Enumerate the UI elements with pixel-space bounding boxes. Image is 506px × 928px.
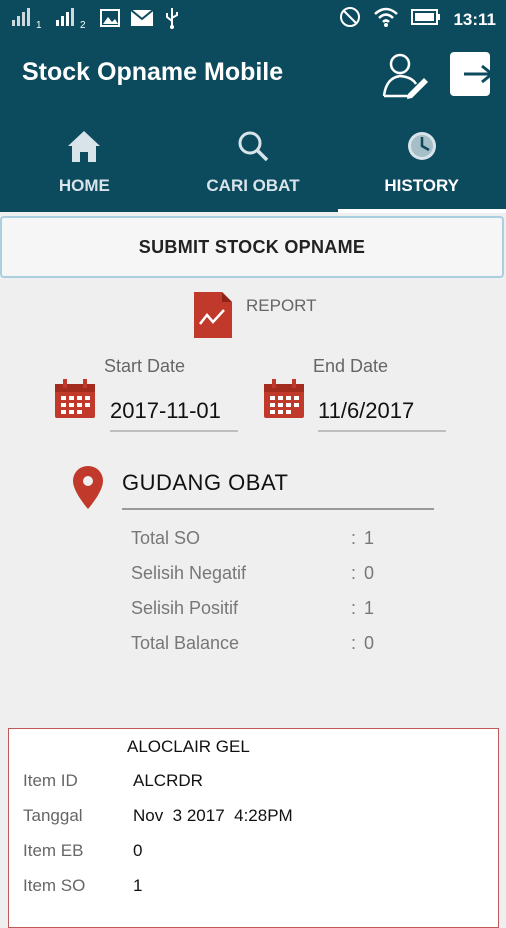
report-label: REPORT	[246, 296, 317, 315]
stat-key: Total Balance	[131, 633, 240, 653]
item-row-key: Item EB	[23, 841, 84, 860]
calendar-icon[interactable]	[54, 378, 96, 420]
clock: 13:11	[453, 9, 496, 29]
submit-stock-opname-button[interactable]: SUBMIT STOCK OPNAME	[0, 216, 504, 278]
app-bar: Stock Opname Mobile	[0, 36, 506, 120]
tab-cari-obat-label: CARI OBAT	[206, 176, 300, 195]
wifi-icon	[373, 6, 399, 33]
item-row-value: Nov 3 2017 4:28PM	[133, 806, 293, 825]
stat-separator: :	[351, 528, 357, 548]
report-link[interactable]: REPORT	[194, 292, 334, 342]
stat-key: Selisih Negatif	[131, 563, 247, 583]
app-title: Stock Opname Mobile	[22, 58, 284, 86]
location-field[interactable]: GUDANG OBAT	[122, 470, 434, 510]
item-row-key: Item SO	[23, 876, 86, 895]
item-row-value: 1	[133, 876, 143, 895]
tab-bar: HOME CARI OBAT HISTORY	[0, 120, 506, 212]
stat-value: 1	[364, 598, 375, 618]
home-icon	[64, 126, 104, 166]
dnd-icon	[339, 6, 361, 33]
logout-icon[interactable]	[446, 48, 498, 100]
svg-text:2: 2	[80, 20, 86, 30]
stat-value: 0	[364, 563, 375, 583]
history-item-card[interactable]: ALOCLAIR GEL Item ID ALCRDR Tanggal Nov …	[8, 728, 499, 928]
battery-icon	[411, 8, 441, 31]
tab-indicator	[338, 209, 506, 213]
signal-sim1-icon: 1	[12, 6, 46, 35]
tab-home-label: HOME	[58, 176, 110, 195]
start-date-label: Start Date	[104, 356, 186, 376]
stat-value: 0	[364, 633, 375, 653]
end-date-field[interactable]: 11/6/2017	[318, 398, 446, 432]
history-icon	[402, 126, 442, 166]
calendar-icon[interactable]	[263, 378, 305, 420]
report-file-icon	[194, 292, 232, 338]
tab-cari-obat[interactable]: CARI OBAT	[169, 120, 338, 212]
svg-text:1: 1	[36, 20, 42, 30]
stat-key: Total SO	[131, 528, 201, 548]
status-bar: 1 2 13:11	[0, 0, 506, 36]
mail-icon	[130, 8, 154, 33]
stat-value: 1	[364, 528, 375, 548]
tab-home[interactable]: HOME	[0, 120, 169, 212]
image-notification-icon	[100, 8, 120, 33]
end-date-label: End Date	[313, 356, 389, 376]
stat-separator: :	[351, 633, 357, 653]
item-row-value: 0	[133, 841, 143, 860]
item-row-key: Item ID	[23, 771, 78, 790]
item-row-value: ALCRDR	[133, 771, 203, 790]
user-profile-icon[interactable]	[378, 50, 430, 102]
tab-history[interactable]: HISTORY	[337, 120, 506, 212]
item-title: ALOCLAIR GEL	[127, 737, 250, 756]
tab-history-label: HISTORY	[384, 176, 459, 195]
stat-separator: :	[351, 598, 357, 618]
location-pin-icon	[72, 466, 104, 510]
stat-separator: :	[351, 563, 357, 583]
start-date-field[interactable]: 2017-11-01	[110, 398, 238, 432]
signal-sim2-icon: 2	[56, 6, 90, 35]
item-row-key: Tanggal	[23, 806, 83, 825]
stat-key: Selisih Positif	[131, 598, 239, 618]
usb-icon	[164, 7, 180, 34]
search-icon	[233, 126, 273, 166]
